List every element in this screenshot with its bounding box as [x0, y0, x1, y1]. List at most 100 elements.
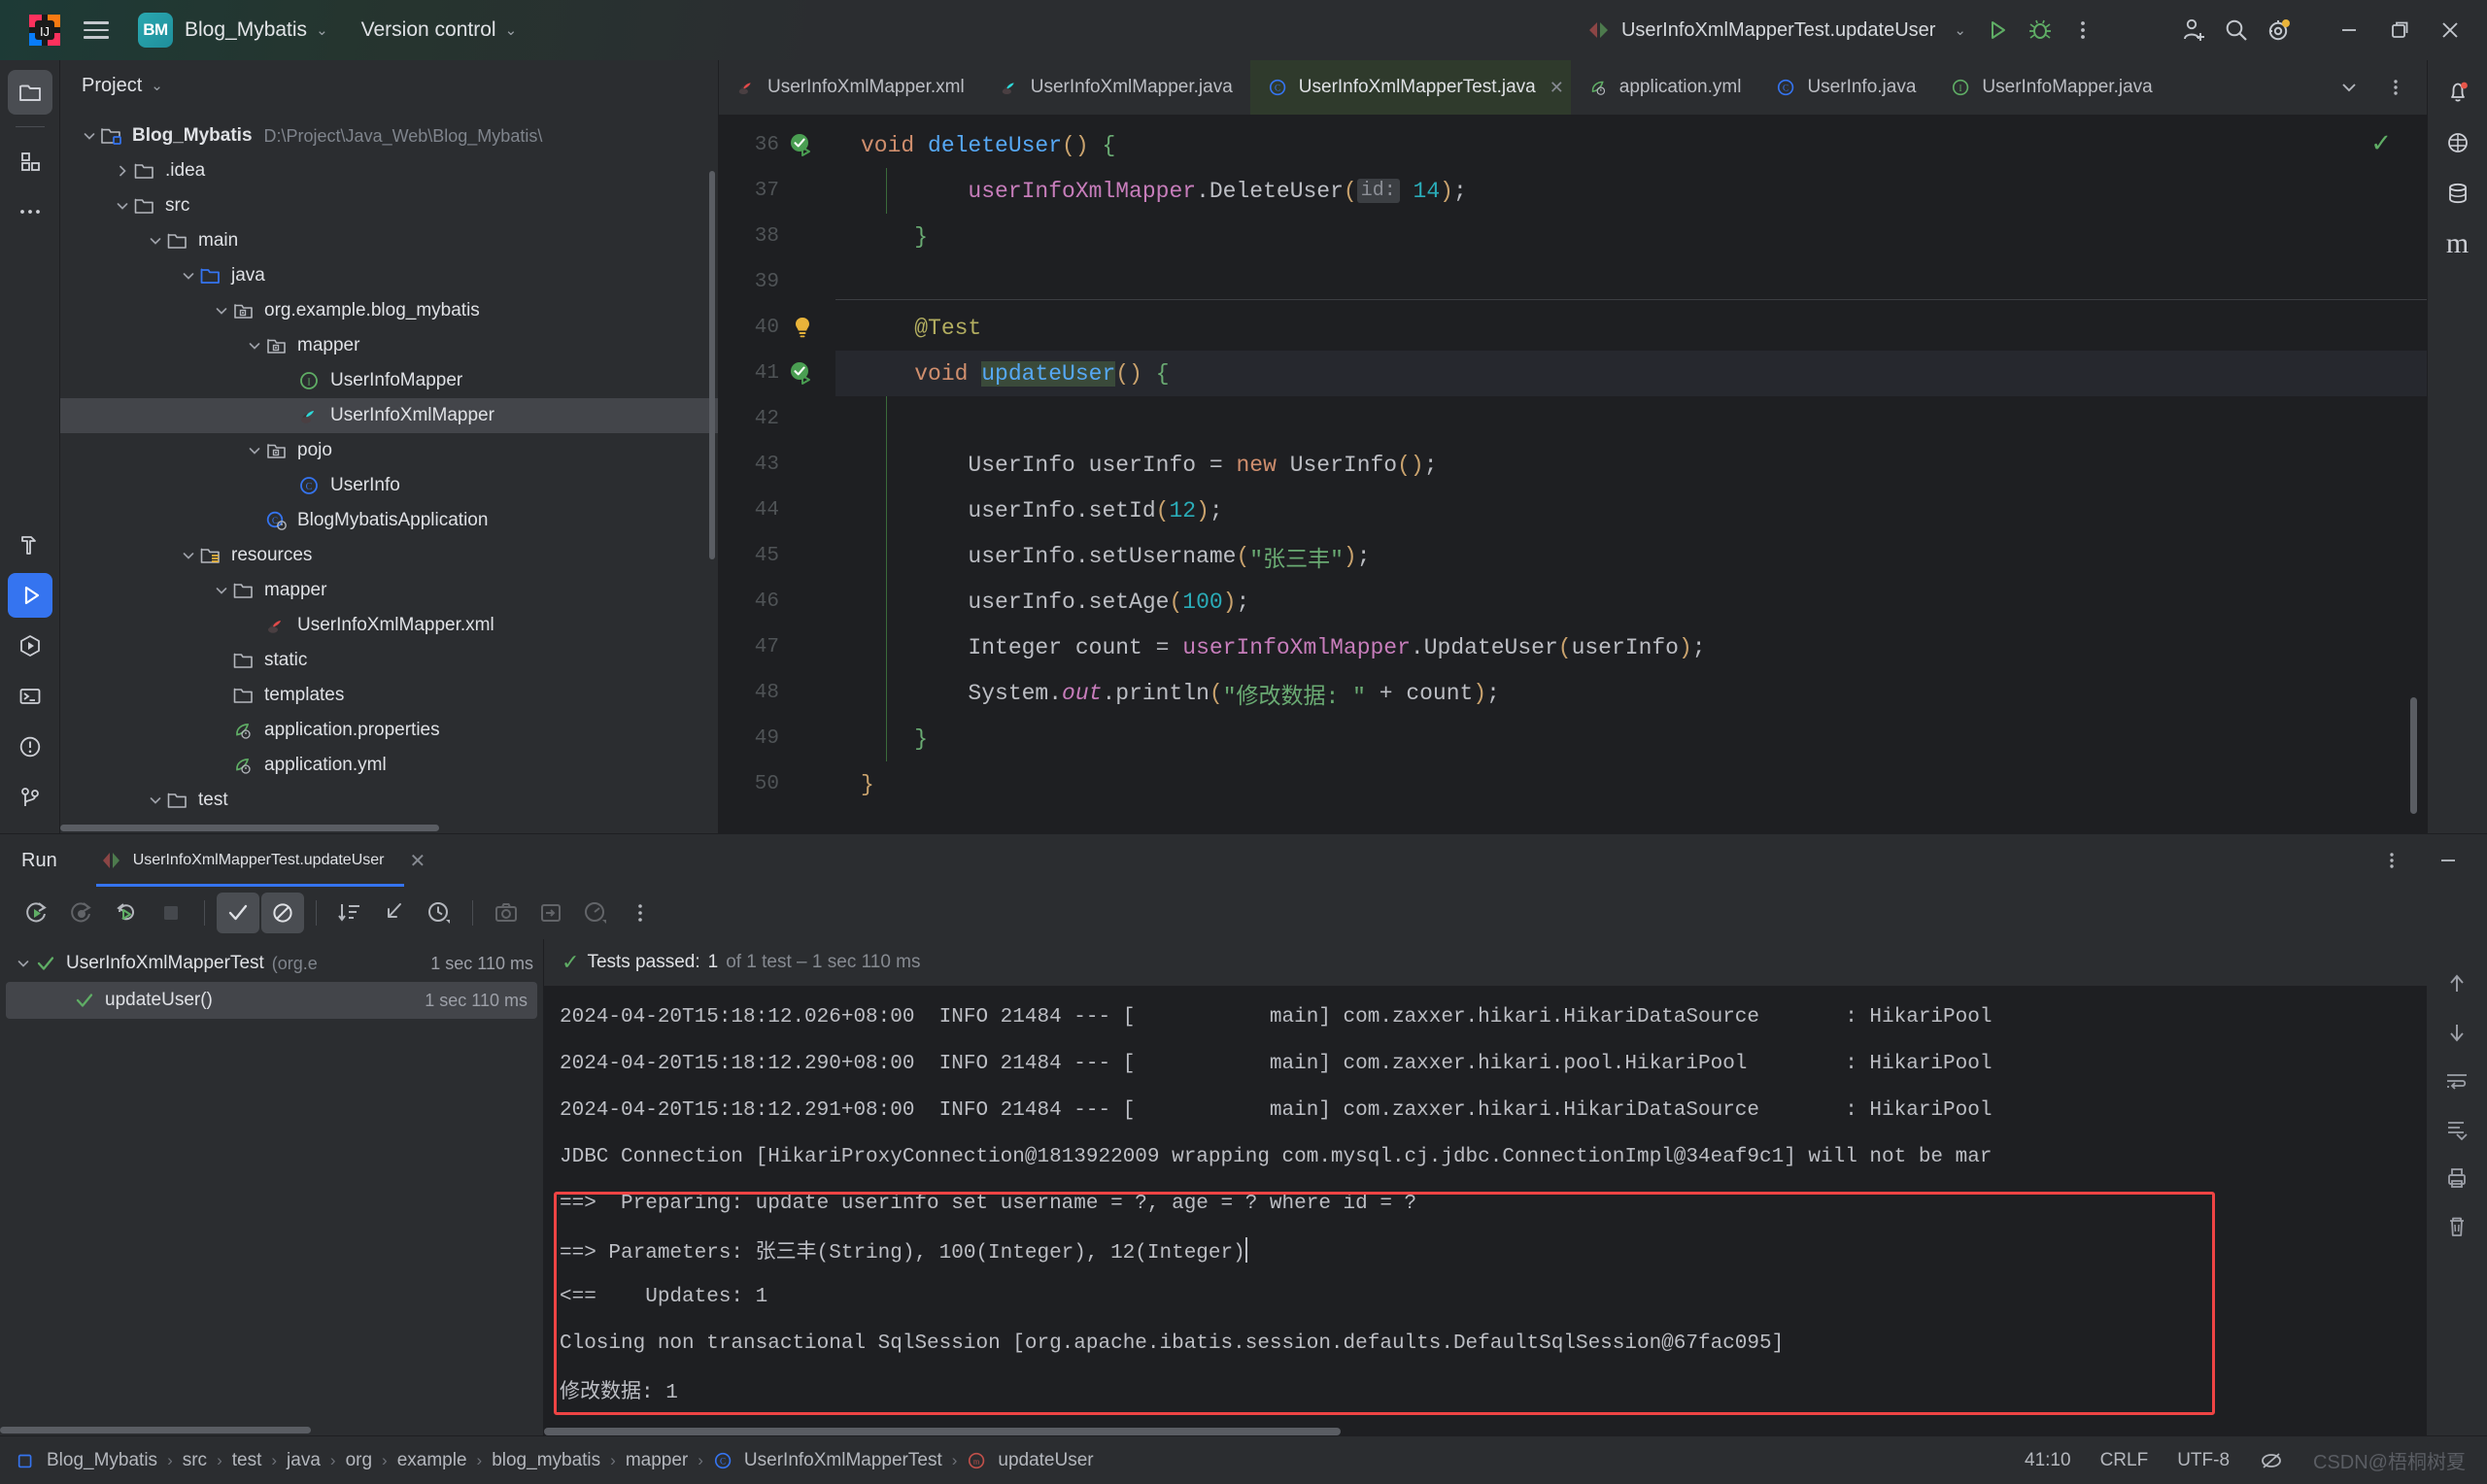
close-session-icon[interactable]: ✕	[409, 849, 426, 873]
soft-wrap-icon[interactable]	[2436, 1060, 2478, 1102]
tree-chevron-down-icon[interactable]	[146, 791, 165, 810]
project-tree-item--idea[interactable]: .idea	[60, 153, 718, 188]
rerun-failed-button[interactable]	[60, 893, 103, 933]
code-editor[interactable]: 36 37 38 39 40 41 42 43 44 45 46 47 48 49 50 void dele…	[719, 115, 2427, 833]
minimize-button[interactable]	[2324, 9, 2374, 51]
editor-tab-userinfoxmlmappertest-java[interactable]: C UserInfoXmlMapperTest.java ✕	[1249, 60, 1571, 115]
export-button[interactable]	[485, 893, 528, 933]
database-icon[interactable]	[2436, 171, 2480, 216]
project-tree-item-application-yml[interactable]: application.yml	[60, 748, 718, 783]
project-tree-vscrollbar[interactable]	[709, 171, 715, 559]
main-menu-icon[interactable]	[76, 10, 117, 51]
terminal-tool-icon[interactable]	[8, 674, 52, 719]
gutter-line-37[interactable]: 37	[719, 168, 835, 214]
build-tool-icon[interactable]	[8, 523, 52, 567]
add-account-icon[interactable]	[2172, 9, 2215, 51]
test-results-tree[interactable]: UserInfoXmlMapperTest (org.e 1 sec 110 ms u…	[0, 939, 544, 1435]
editor-gutter[interactable]: 36 37 38 39 40 41 42 43 44 45 46 47 48 49 50	[719, 115, 835, 833]
scroll-up-icon[interactable]	[2436, 962, 2478, 1005]
project-tree-item-userinfo[interactable]: C UserInfo	[60, 468, 718, 503]
tree-chevron-down-icon[interactable]	[245, 336, 264, 355]
tree-chevron-down-icon[interactable]	[212, 301, 231, 320]
tree-chevron-down-icon[interactable]	[212, 581, 231, 600]
project-chevron-down-icon[interactable]: ⌄	[316, 21, 328, 39]
code-line-41[interactable]: void updateUser() {	[835, 351, 2427, 396]
problems-tool-icon[interactable]	[8, 725, 52, 769]
gutter-line-38[interactable]: 38	[719, 214, 835, 259]
tab-list-chevron-down-icon[interactable]	[2328, 66, 2370, 109]
project-tree-item-templates[interactable]: templates	[60, 678, 718, 713]
tree-chevron-down-icon[interactable]	[179, 266, 198, 286]
editor-tab-userinfo-java[interactable]: C UserInfo.java	[1758, 60, 1933, 115]
import-button[interactable]	[529, 893, 572, 933]
code-line-40[interactable]: @Test	[835, 305, 2427, 351]
scroll-down-icon[interactable]	[2436, 1011, 2478, 1054]
rerun-button[interactable]	[16, 893, 58, 933]
gutter-line-45[interactable]: 45	[719, 533, 835, 579]
gutter-line-44[interactable]: 44	[719, 488, 835, 533]
gutter-line-50[interactable]: 50	[719, 761, 835, 807]
inspection-ok-icon[interactable]: ✓	[2370, 128, 2392, 158]
test-passed-gutter-icon[interactable]	[783, 131, 822, 160]
project-tree-item-application-properties[interactable]: application.properties	[60, 713, 718, 748]
tree-chevron-down-icon[interactable]	[245, 441, 264, 460]
show-ignored-toggle[interactable]	[261, 893, 304, 933]
ai-assistant-icon[interactable]	[2436, 120, 2480, 165]
breadcrumb-item-java[interactable]: java	[287, 1450, 321, 1471]
console-output[interactable]: 2024-04-20T15:18:12.026+08:00 INFO 21484…	[544, 986, 2427, 1435]
breadcrumb-item-updateuser[interactable]: m updateUser	[967, 1450, 1094, 1471]
project-tree-item-blogmybatisapplication[interactable]: C BlogMybatisApplication	[60, 503, 718, 538]
project-tree-hscrollbar[interactable]	[60, 825, 439, 831]
test-passed-gutter-icon[interactable]	[783, 359, 822, 388]
close-button[interactable]	[2425, 9, 2475, 51]
file-encoding[interactable]: UTF-8	[2177, 1450, 2230, 1471]
project-tree-item-blog-mybatis[interactable]: Blog_Mybatis D:\Project\Java_Web\Blog_Myb…	[60, 118, 718, 153]
intention-bulb-icon[interactable]	[783, 315, 822, 342]
code-line-39[interactable]	[835, 259, 2427, 305]
run-tool-icon[interactable]	[7, 573, 52, 618]
gutter-line-41[interactable]: 41	[719, 351, 835, 396]
code-line-42[interactable]	[835, 396, 2427, 442]
test-tree-hscrollbar[interactable]	[0, 1427, 311, 1433]
editor-tab-userinfomapper-java[interactable]: I UserInfoMapper.java	[1933, 60, 2169, 115]
version-control-menu[interactable]: Version control	[361, 18, 496, 42]
search-icon[interactable]	[2215, 9, 2258, 51]
git-tool-icon[interactable]	[8, 775, 52, 820]
project-tree-item-userinfomapper[interactable]: I UserInfoMapper	[60, 363, 718, 398]
line-separator[interactable]: CRLF	[2100, 1450, 2149, 1471]
more-options-button[interactable]	[619, 893, 662, 933]
code-line-44[interactable]: userInfo.setId(12);	[835, 488, 2427, 533]
code-line-37[interactable]: userInfoXmlMapper. DeleteUser(id: 14);	[835, 168, 2427, 214]
breadcrumb-item-mapper[interactable]: mapper	[626, 1450, 688, 1471]
editor-tab-userinfoxmlmapper-java[interactable]: UserInfoXmlMapper.java	[982, 60, 1250, 115]
code-line-45[interactable]: userInfo.setUsername("张三丰");	[835, 533, 2427, 579]
run-panel-options-icon[interactable]	[2370, 840, 2413, 881]
editor-code-area[interactable]: void deleteUser() { userInfoXmlMapper. De…	[835, 115, 2427, 833]
breadcrumb-item-org[interactable]: org	[346, 1450, 372, 1471]
gutter-line-39[interactable]: 39	[719, 259, 835, 305]
run-config-chevron-down-icon[interactable]: ⌄	[1954, 21, 1966, 39]
history-button[interactable]	[418, 893, 460, 933]
tab-options-more-icon[interactable]	[2374, 66, 2417, 109]
code-line-43[interactable]: UserInfo userInfo = new UserInfo();	[835, 442, 2427, 488]
debug-button[interactable]	[2019, 9, 2061, 51]
profiler-button[interactable]	[574, 893, 617, 933]
more-tools-icon[interactable]	[8, 189, 52, 234]
gutter-line-46[interactable]: 46	[719, 579, 835, 624]
no-read-only-icon[interactable]	[2259, 1448, 2284, 1473]
code-line-36[interactable]: void deleteUser() {	[835, 122, 2427, 168]
tree-chevron-right-icon[interactable]	[113, 161, 132, 181]
editor-tab-close-icon[interactable]: ✕	[1550, 78, 1564, 98]
expand-collapse-button[interactable]	[373, 893, 416, 933]
rerun-auto-button[interactable]	[105, 893, 148, 933]
breadcrumb-item-test[interactable]: test	[232, 1450, 262, 1471]
editor-vertical-scrollbar[interactable]	[2410, 697, 2417, 814]
project-panel-chevron-down-icon[interactable]: ⌄	[151, 77, 163, 94]
code-line-38[interactable]: }	[835, 214, 2427, 259]
tree-chevron-down-icon[interactable]	[146, 231, 165, 251]
project-tree-item-org-example-blog-mybatis[interactable]: org.example.blog_mybatis	[60, 293, 718, 328]
project-tool-icon[interactable]	[7, 70, 52, 115]
clear-all-icon[interactable]	[2436, 1205, 2478, 1248]
code-line-48[interactable]: System. out .println("修改数据: " + count);	[835, 670, 2427, 716]
editor-tab-bar[interactable]: UserInfoXmlMapper.xml UserInfoXmlMapper.j…	[719, 60, 2427, 115]
